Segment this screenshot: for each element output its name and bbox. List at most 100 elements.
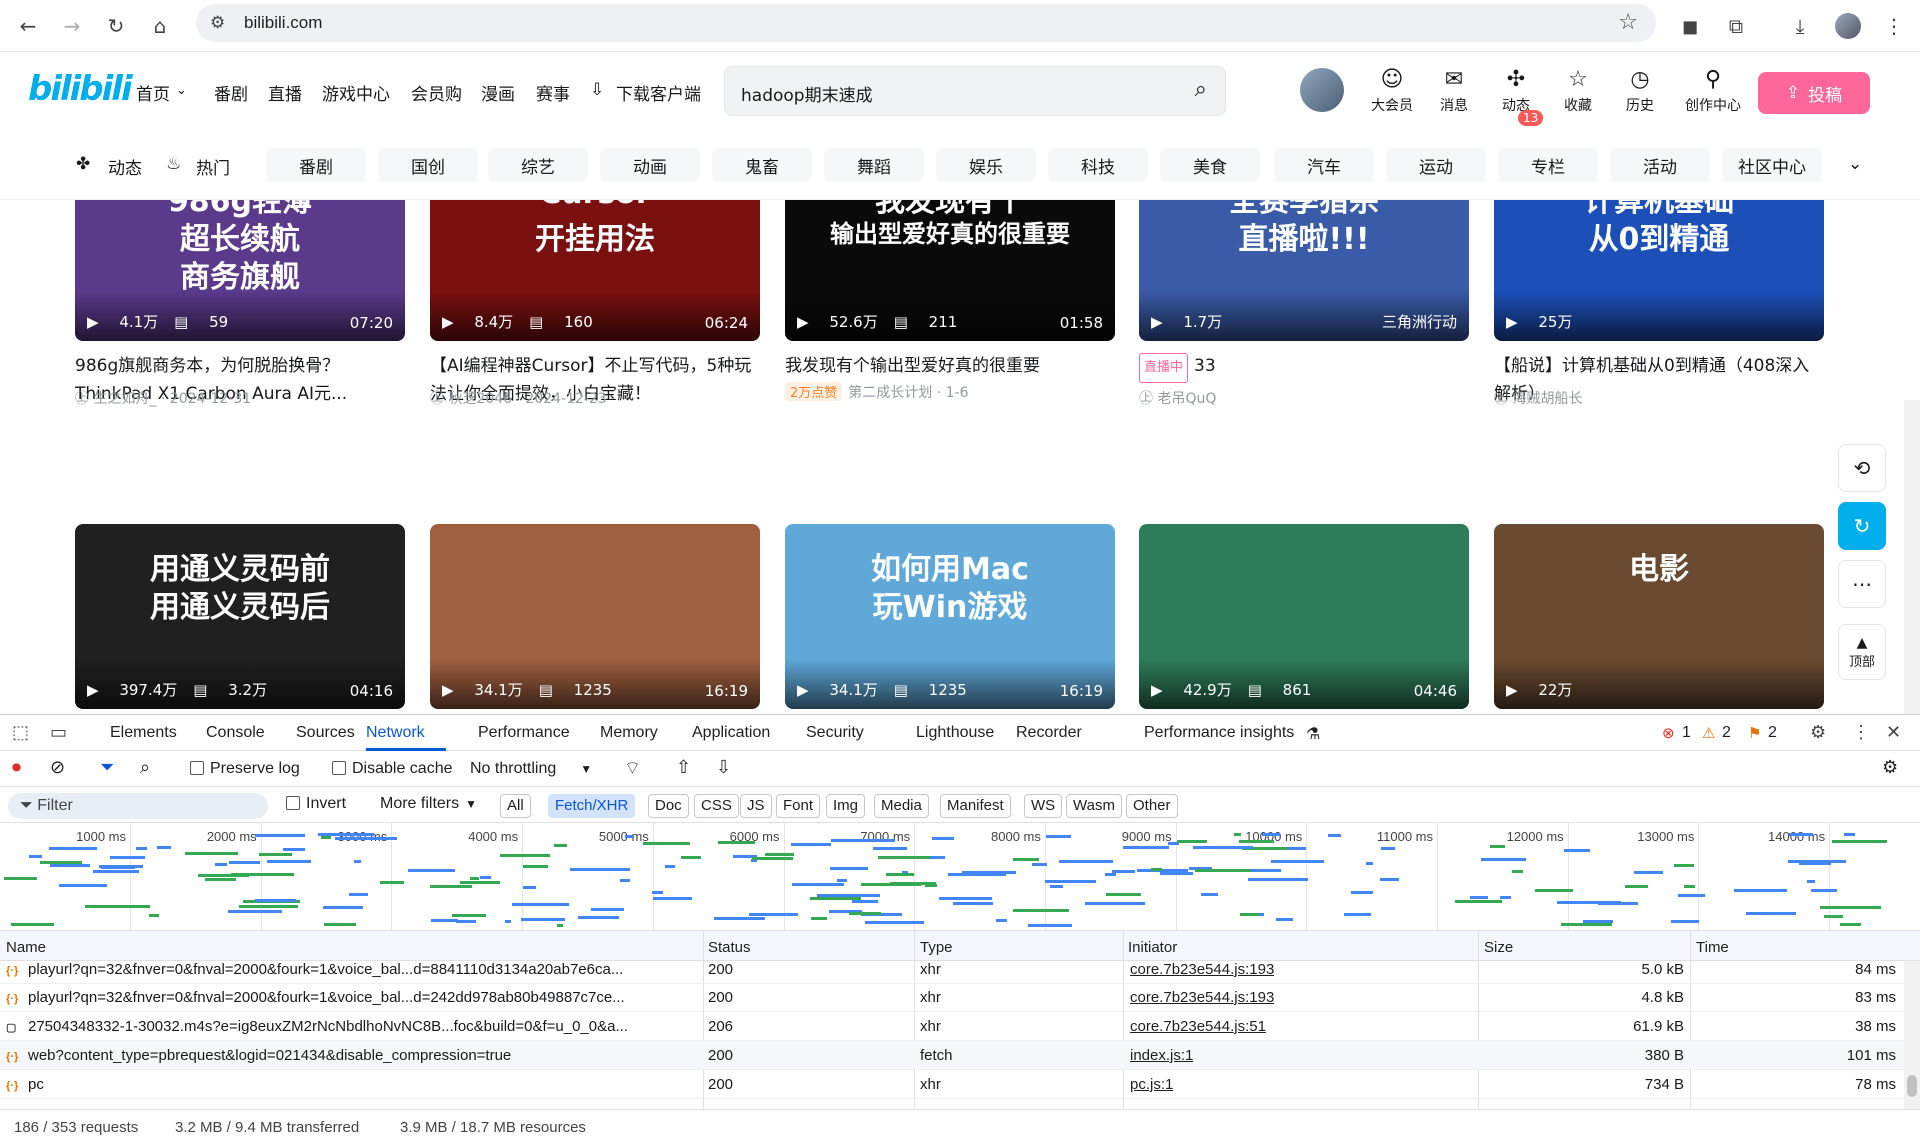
channel-chip[interactable]: 番剧 [266,148,366,182]
resource-type-filter[interactable]: JS [740,794,772,818]
devtools-tab[interactable]: Elements [110,724,177,742]
resource-type-filter[interactable]: Wasm [1066,794,1122,818]
chevron-down-icon[interactable]: ⌄ [176,83,187,98]
devtools-menu-icon[interactable]: ⋮ [1852,722,1870,743]
issue-flag-icon[interactable]: ⚑ [1748,724,1761,742]
profile-avatar-icon[interactable] [1830,8,1866,44]
device-toolbar-icon[interactable]: ▭ [50,722,67,743]
devtools-tab[interactable]: Performance insights [1144,724,1294,742]
request-initiator-link[interactable]: core.7b23e544.js:51 [1130,1018,1266,1035]
resource-type-filter[interactable]: Fetch/XHR [548,794,636,818]
bilibili-logo[interactable]: bilibili [28,69,133,109]
request-initiator-link[interactable]: index.js:1 [1130,1047,1193,1064]
table-row[interactable]: ▢ 27504348332-1-30032.m4s?e=ig8euxZM2rNcN… [0,1012,1904,1041]
request-name[interactable]: ▢ 27504348332-1-30032.m4s?e=ig8euxZM2rNcN… [6,1018,696,1035]
video-author[interactable]: 老吊QuQ [1157,391,1216,407]
search-input[interactable]: hadoop期末速成 [741,81,873,106]
video-thumbnail[interactable]: ▶ 34.1万 ▤ 1235 16:19 [430,524,760,709]
warning-icon[interactable]: ⚠ [1702,724,1715,742]
column-name[interactable]: Name [6,939,46,956]
video-meta[interactable]: ㊤ 秋芝2046 · 2024-12-23 [430,388,607,408]
network-settings-icon[interactable]: ⚙ [1882,757,1898,778]
resource-type-filter[interactable]: Media [874,794,929,818]
channel-hot[interactable]: 热门 [196,154,230,179]
request-name[interactable]: {·} playurl?qn=32&fnver=0&fnval=2000&four… [6,961,696,978]
disable-cache-checkbox[interactable]: Disable cache [332,760,453,778]
video-thumbnail[interactable]: 如何用Mac 玩Win游戏 ▶ 34.1万 ▤ 1235 16:19 [785,524,1115,709]
menu-dots-icon[interactable]: ⋮ [1876,8,1912,44]
table-row[interactable]: {·} playurl?qn=32&fnver=0&fnval=2000&four… [0,983,1904,1012]
issue-count[interactable]: 2 [1768,724,1777,742]
scrollbar-thumb[interactable] [1907,1075,1917,1097]
error-icon[interactable]: ⊗ [1662,724,1675,742]
channel-chip[interactable]: 专栏 [1498,148,1598,182]
channel-chip[interactable]: 动画 [600,148,700,182]
table-row[interactable]: {·} pc 200 xhr pc.js:1 734 B 78 ms [0,1070,1904,1099]
video-card[interactable]: 如何用Mac 玩Win游戏 ▶ 34.1万 ▤ 1235 16:19 [785,524,1115,714]
devtools-tab[interactable]: Memory [600,724,658,742]
channel-chip[interactable]: 舞蹈 [824,148,924,182]
channel-chip[interactable]: 活动 [1610,148,1710,182]
download-icon[interactable]: ⤓ [1782,8,1818,44]
devtools-tab[interactable]: Recorder [1016,724,1082,742]
channel-chip[interactable]: 美食 [1160,148,1260,182]
channel-chip[interactable]: 国创 [378,148,478,182]
close-icon[interactable]: ✕ [1886,722,1901,743]
channel-chip[interactable]: 娱乐 [936,148,1036,182]
site-settings-icon[interactable]: ⚙ [210,13,225,33]
resource-type-filter[interactable]: CSS [694,794,739,818]
settings-gear-icon[interactable]: ⚙ [1810,722,1826,743]
preserve-log-checkbox[interactable]: Preserve log [190,760,300,778]
video-author[interactable]: 生之如舟_ · 2024-12-31 [93,391,251,407]
resource-type-filter[interactable]: WS [1024,794,1063,818]
back-to-top-button[interactable]: ▲ 顶部 [1838,624,1886,680]
extension-icon[interactable]: ◼ [1672,8,1708,44]
nav-bangumi[interactable]: 番剧 [214,80,248,105]
video-author[interactable]: 海贼胡船长 [1512,391,1582,407]
video-thumbnail[interactable]: 计算机基础 从0到精通 ▶ 25万 [1494,200,1824,341]
download-client-icon[interactable]: ⇩ [590,80,604,100]
video-card[interactable]: 电影 ▶ 22万 [1494,524,1824,714]
network-overview-timeline[interactable]: 1000 ms2000 ms3000 ms4000 ms5000 ms6000 … [0,823,1920,931]
video-author[interactable]: 秋芝2046 · 2024-12-23 [448,391,606,407]
resource-type-filter[interactable]: Img [826,794,866,818]
search-icon[interactable]: ⌕ [140,757,150,778]
filter-input[interactable]: ⏷ Filter [8,793,268,819]
dynamic-button[interactable]: ✣ 动态 [1486,68,1546,115]
video-thumbnail[interactable]: ▶ 42.9万 ▤ 861 04:46 [1139,524,1469,709]
puzzle-icon[interactable]: ⧉ [1718,8,1754,44]
import-har-icon[interactable]: ⇧ [676,757,691,778]
warning-count[interactable]: 2 [1722,724,1731,742]
upload-button[interactable]: ⇪ 投稿 [1758,72,1870,114]
more-filters-dropdown[interactable]: More filters ▼ [380,795,477,813]
inspect-element-icon[interactable]: ⬚ [12,722,29,743]
video-card[interactable]: 986g轻薄 超长续航 商务旗舰 ▶ 4.1万 ▤ 59 07:20 986g旗舰商务本，为… [75,200,405,416]
message-button[interactable]: ✉ 消息 [1424,68,1484,115]
user-avatar[interactable] [1300,68,1344,112]
channel-chip[interactable]: 运动 [1386,148,1486,182]
search-icon[interactable]: ⌕ [1195,77,1207,102]
video-card[interactable]: Cursor开挂用法▶ 8.4万▤ 16006:24【AI编程神器Cursor】… [430,200,760,416]
address-bar[interactable]: ⚙ bilibili.com ☆ [196,4,1656,42]
video-thumbnail[interactable]: 全赛季猎杀 直播啦!!! ▶ 1.7万 三角洲行动 [1139,200,1469,341]
table-scrollbar[interactable] [1904,961,1920,1109]
bookmark-star-icon[interactable]: ☆ [1618,10,1638,35]
table-row[interactable]: {·} playurl?qn=32&fnver=0&fnval=2000&four… [0,955,1904,984]
video-thumbnail[interactable]: Cursor 开挂用法 ▶ 8.4万 ▤ 160 06:24 [430,200,760,341]
video-card[interactable]: ▶ 34.1万 ▤ 1235 16:19 [430,524,760,714]
video-title-text[interactable]: 我发现有个输出型爱好真的很重要 [785,356,1040,376]
video-title-text[interactable]: 33 [1194,356,1216,376]
video-card[interactable]: 计算机基础 从0到精通 ▶ 25万 【船说】计算机基础从0到精通（408深入解析）㊤ … [1494,200,1824,416]
video-author[interactable]: 第二成长计划 · 1-6 [848,385,968,401]
column-time[interactable]: Time [1696,939,1729,956]
table-row[interactable]: {·} web?content_type=pbrequest&logid=0214… [0,1041,1904,1070]
nav-download-client[interactable]: 下载客户端 [616,80,701,105]
devtools-tab[interactable]: Performance [478,724,570,742]
resource-type-filter[interactable]: Font [776,794,821,818]
request-name[interactable]: {·} pc [6,1076,696,1093]
search-box[interactable]: hadoop期末速成 ⌕ [724,66,1226,116]
video-meta[interactable]: ㊤ 生之如舟_ · 2024-12-31 [75,388,251,408]
export-har-icon[interactable]: ⇩ [716,757,731,778]
channel-chip[interactable]: 综艺 [488,148,588,182]
nav-game-center[interactable]: 游戏中心 [322,80,390,105]
